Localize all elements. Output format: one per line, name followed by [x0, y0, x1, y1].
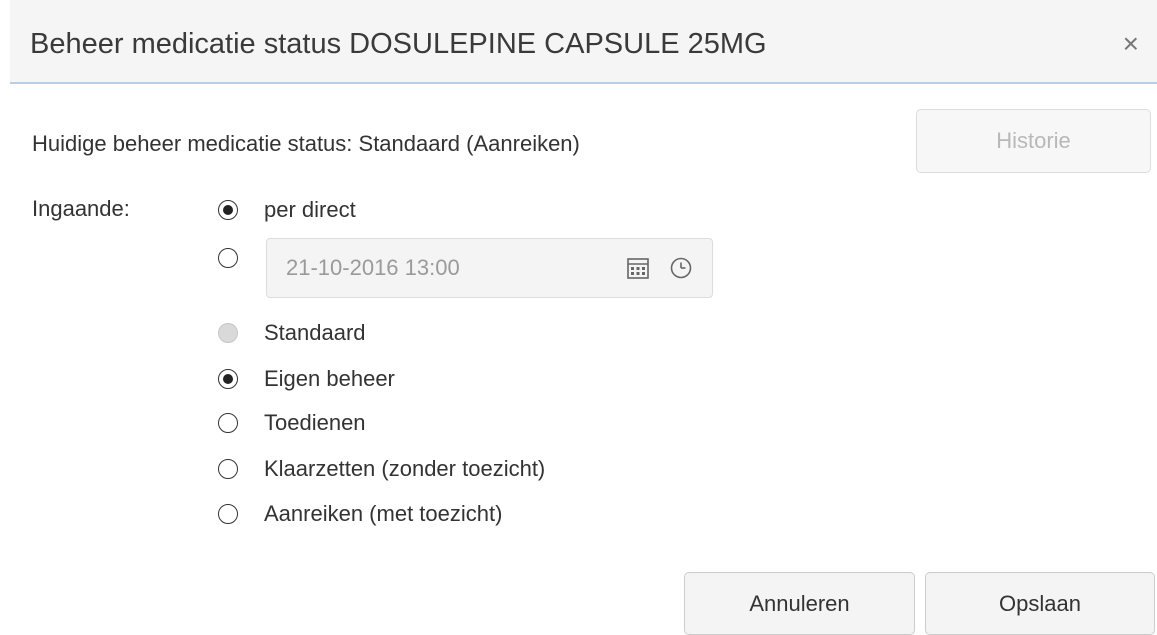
radio-label: Eigen beheer	[264, 366, 395, 391]
cancel-button[interactable]: Annuleren	[684, 572, 915, 635]
medication-status-dialog: Beheer medicatie status DOSULEPINE CAPSU…	[0, 0, 1157, 635]
radio-button[interactable]	[218, 459, 238, 479]
radio-per-direct[interactable]: per direct	[218, 197, 356, 223]
radio-specific-date[interactable]	[218, 248, 238, 268]
radio-label: Aanreiken (met toezicht)	[264, 501, 503, 526]
save-button[interactable]: Opslaan	[925, 572, 1155, 635]
radio-button-selected[interactable]	[218, 200, 238, 220]
radio-label: Klaarzetten (zonder toezicht)	[264, 456, 546, 481]
radio-button[interactable]	[218, 504, 238, 524]
current-status-text: Huidige beheer medicatie status: Standaa…	[32, 131, 580, 156]
radio-aanreiken[interactable]: Aanreiken (met toezicht)	[218, 501, 502, 527]
dialog-header: Beheer medicatie status DOSULEPINE CAPSU…	[10, 0, 1157, 84]
clock-icon[interactable]	[668, 255, 694, 281]
datetime-input[interactable]	[271, 243, 613, 293]
history-button[interactable]: Historie	[916, 109, 1151, 173]
radio-button-disabled[interactable]	[218, 323, 238, 343]
radio-klaarzetten[interactable]: Klaarzetten (zonder toezicht)	[218, 456, 545, 482]
calendar-icon[interactable]	[625, 255, 651, 281]
radio-toedienen[interactable]: Toedienen	[218, 410, 366, 436]
radio-label: Standaard	[264, 320, 366, 345]
radio-eigen-beheer[interactable]: Eigen beheer	[218, 366, 395, 392]
dialog-title: Beheer medicatie status DOSULEPINE CAPSU…	[30, 28, 767, 60]
datetime-picker	[266, 238, 713, 298]
radio-label: Toedienen	[264, 410, 366, 435]
radio-button[interactable]	[218, 413, 238, 433]
radio-standaard[interactable]: Standaard	[218, 320, 366, 346]
radio-button-selected[interactable]	[218, 369, 238, 389]
close-icon[interactable]: ×	[1123, 30, 1139, 58]
radio-label: per direct	[264, 197, 356, 222]
radio-button[interactable]	[218, 248, 238, 268]
effective-label: Ingaande:	[32, 196, 130, 221]
